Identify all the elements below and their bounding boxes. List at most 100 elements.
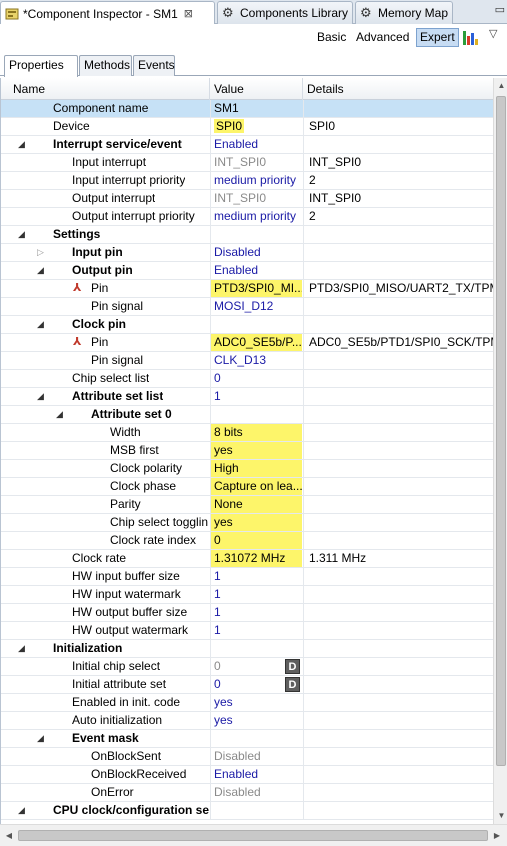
basic-mode-button[interactable]: Basic xyxy=(314,28,349,47)
table-row[interactable]: ◢ Interrupt service/event Enabled xyxy=(1,136,493,154)
table-row[interactable]: Enabled in init. code yes xyxy=(1,694,493,712)
table-row[interactable]: Output interrupt INT_SPI0 INT_SPI0 xyxy=(1,190,493,208)
property-name: Chip select togglin xyxy=(110,515,209,529)
property-value: INT_SPI0 xyxy=(214,191,267,205)
table-row[interactable]: OnError Disabled xyxy=(1,784,493,802)
property-name: Clock rate xyxy=(72,551,127,565)
scroll-up-icon[interactable]: ▲ xyxy=(494,78,507,94)
table-row[interactable]: HW input watermark 1 xyxy=(1,586,493,604)
table-row[interactable]: Clock polarity High xyxy=(1,460,493,478)
horizontal-scrollbar[interactable]: ◀ ▶ xyxy=(0,824,507,846)
close-icon[interactable]: ⊠ xyxy=(184,7,193,20)
property-name: Device xyxy=(53,119,90,133)
table-row[interactable]: Auto initialization yes xyxy=(1,712,493,730)
column-header-details[interactable]: Details xyxy=(303,78,493,100)
table-row[interactable]: Initial chip select 0 D xyxy=(1,658,493,676)
table-row[interactable]: ⅄ Pin ADC0_SE5b/P... ADC0_SE5b/PTD1/SPI0_… xyxy=(1,334,493,352)
table-row[interactable]: ◢ Settings xyxy=(1,226,493,244)
table-row[interactable]: ◢ Output pin Enabled xyxy=(1,262,493,280)
view-menu-icon[interactable]: ▽ xyxy=(489,27,497,40)
property-name: Initialization xyxy=(53,641,123,655)
tab-memory-map[interactable]: ⚙ Memory Map xyxy=(355,1,453,24)
vertical-scrollbar[interactable]: ▲ ▼ xyxy=(493,78,507,824)
scroll-right-icon[interactable]: ▶ xyxy=(489,828,505,844)
property-name: Clock rate index xyxy=(110,533,197,547)
table-row[interactable]: Device SPI0 SPI0 xyxy=(1,118,493,136)
table-row[interactable]: Clock rate index 0 xyxy=(1,532,493,550)
property-value: INT_SPI0 xyxy=(214,155,267,169)
scrollbar-thumb[interactable] xyxy=(18,830,488,841)
property-name: Width xyxy=(110,425,141,439)
property-value: 1 xyxy=(214,605,221,619)
scroll-left-icon[interactable]: ◀ xyxy=(1,828,17,844)
collapse-icon[interactable]: ◢ xyxy=(18,136,25,153)
table-row[interactable]: HW input buffer size 1 xyxy=(1,568,493,586)
table-row[interactable]: Clock phase Capture on lea... xyxy=(1,478,493,496)
advanced-mode-button[interactable]: Advanced xyxy=(353,28,412,47)
table-row[interactable]: Initial attribute set 0 D xyxy=(1,676,493,694)
table-row[interactable]: Component name SM1 xyxy=(1,100,493,118)
tab-events[interactable]: Events xyxy=(133,55,175,76)
table-row[interactable]: Chip select togglin yes xyxy=(1,514,493,532)
property-name: Enabled in init. code xyxy=(72,695,181,709)
property-name: Chip select list xyxy=(72,371,150,385)
default-value-button[interactable]: D xyxy=(285,677,300,692)
collapse-icon[interactable]: ◢ xyxy=(37,262,44,279)
tab-methods[interactable]: Methods xyxy=(79,55,132,76)
table-row[interactable]: Input interrupt INT_SPI0 INT_SPI0 xyxy=(1,154,493,172)
property-details: INT_SPI0 xyxy=(309,191,362,205)
table-row[interactable]: Parity None xyxy=(1,496,493,514)
collapse-icon[interactable]: ◢ xyxy=(18,640,25,657)
table-row[interactable]: Pin signal CLK_D13 xyxy=(1,352,493,370)
table-row[interactable]: ◢ CPU clock/configuration sel xyxy=(1,802,493,820)
column-header-value[interactable]: Value xyxy=(210,78,303,100)
collapse-icon[interactable]: ◢ xyxy=(56,406,63,423)
tab-component-inspector[interactable]: *Component Inspector - SM1 ⊠ xyxy=(0,1,215,25)
property-value: yes xyxy=(214,713,233,727)
property-name: OnBlockReceived xyxy=(91,767,187,781)
table-row[interactable]: HW output watermark 1 xyxy=(1,622,493,640)
table-row[interactable]: ◢ Event mask xyxy=(1,730,493,748)
scrollbar-thumb[interactable] xyxy=(496,96,506,766)
table-row[interactable]: ◢ Attribute set list 1 xyxy=(1,388,493,406)
table-row[interactable]: ◢ Initialization xyxy=(1,640,493,658)
tab-properties[interactable]: Properties xyxy=(4,55,78,77)
collapse-icon[interactable]: ◢ xyxy=(37,730,44,747)
property-name: Pin xyxy=(91,335,109,349)
column-header-name[interactable]: Name xyxy=(9,78,210,100)
collapse-icon[interactable]: ◢ xyxy=(37,388,44,405)
default-value-button[interactable]: D xyxy=(285,659,300,674)
table-row[interactable]: Width 8 bits xyxy=(1,424,493,442)
table-row[interactable]: Input interrupt priority medium priority… xyxy=(1,172,493,190)
collapse-icon[interactable]: ◢ xyxy=(37,316,44,333)
table-row[interactable]: ▷ Input pin Disabled xyxy=(1,244,493,262)
table-row[interactable]: OnBlockReceived Enabled xyxy=(1,766,493,784)
property-details: ADC0_SE5b/PTD1/SPI0_SCK/TPM xyxy=(309,335,493,349)
collapse-icon[interactable]: ◢ xyxy=(18,226,25,243)
pin-icon: ⅄ xyxy=(73,282,82,294)
property-name: Output interrupt xyxy=(72,191,156,205)
maximize-icon[interactable]: ▭ xyxy=(495,3,505,16)
chart-icon[interactable] xyxy=(463,29,480,45)
table-row[interactable]: ⅄ Pin PTD3/SPI0_MI... PTD3/SPI0_MISO/UART… xyxy=(1,280,493,298)
table-row[interactable]: Chip select list 0 xyxy=(1,370,493,388)
expert-mode-button[interactable]: Expert xyxy=(416,28,459,47)
table-row[interactable]: Output interrupt priority medium priorit… xyxy=(1,208,493,226)
table-row[interactable]: OnBlockSent Disabled xyxy=(1,748,493,766)
table-row[interactable]: ◢ Clock pin xyxy=(1,316,493,334)
property-value: Capture on lea... xyxy=(211,478,302,495)
collapse-icon[interactable]: ◢ xyxy=(18,802,25,819)
expand-icon[interactable]: ▷ xyxy=(37,244,44,261)
table-row[interactable]: Pin signal MOSI_D12 xyxy=(1,298,493,316)
property-name: Pin signal xyxy=(91,299,144,313)
property-value: High xyxy=(211,460,302,477)
property-value: Disabled xyxy=(214,245,261,259)
scroll-down-icon[interactable]: ▼ xyxy=(494,808,507,824)
property-value: SPI0 xyxy=(214,119,245,133)
pin-icon: ⅄ xyxy=(73,336,82,348)
tab-components-library[interactable]: ⚙ Components Library xyxy=(217,1,353,24)
table-row[interactable]: MSB first yes xyxy=(1,442,493,460)
table-row[interactable]: HW output buffer size 1 xyxy=(1,604,493,622)
table-row[interactable]: ◢ Attribute set 0 xyxy=(1,406,493,424)
table-row[interactable]: Clock rate 1.31072 MHz 1.311 MHz xyxy=(1,550,493,568)
